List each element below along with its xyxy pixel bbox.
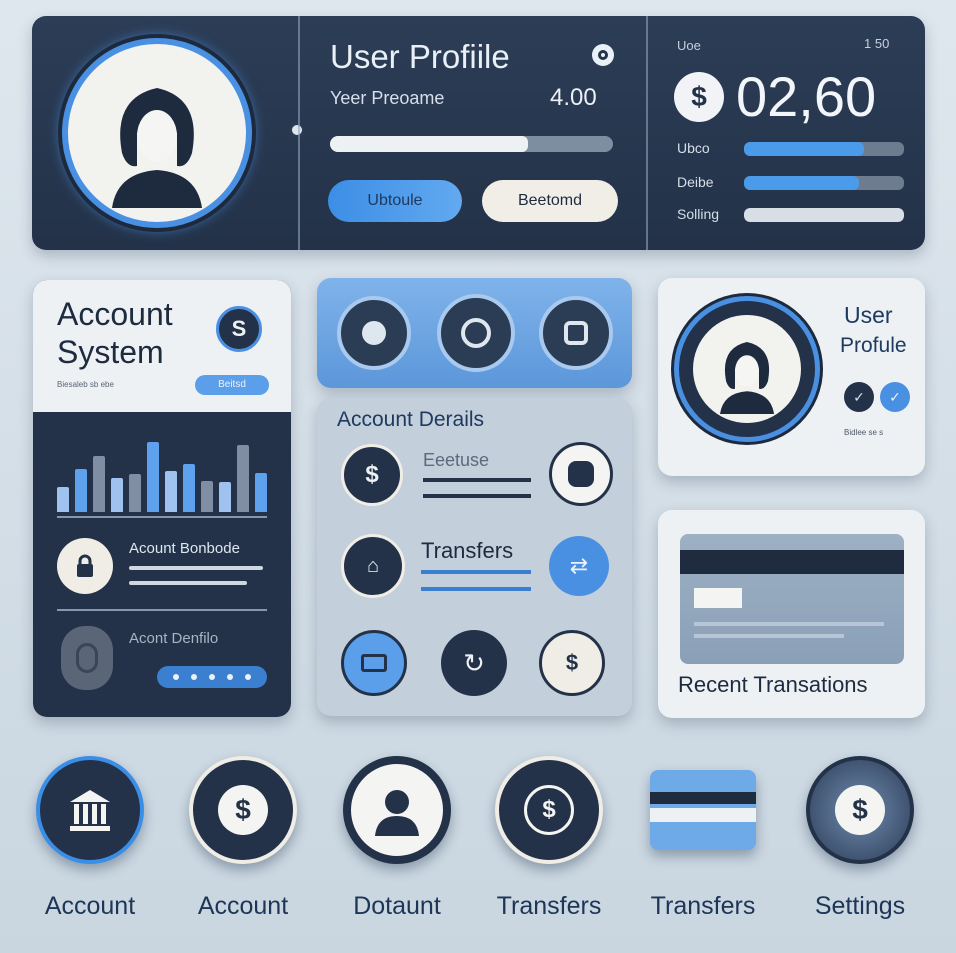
dollar-icon: $ xyxy=(674,72,724,122)
card-icon[interactable] xyxy=(650,770,756,850)
account-system-title-1: Account xyxy=(57,296,173,332)
account-details-title: Account Derails xyxy=(337,408,485,431)
check-icon[interactable]: ✓ xyxy=(880,382,910,412)
dollar-icon[interactable]: $ xyxy=(806,756,914,864)
user-icon[interactable] xyxy=(343,756,451,864)
chart-bar xyxy=(93,456,105,512)
details-transfers-label: Transfers xyxy=(421,538,514,563)
target-dollar-icon[interactable]: $ xyxy=(495,756,603,864)
chart-bar xyxy=(255,472,267,512)
chart-bar xyxy=(147,442,159,512)
badge-button[interactable]: Beitsd xyxy=(195,375,269,395)
details-row-label: Eeetuse xyxy=(423,450,490,470)
bottom-nav-label: Account xyxy=(44,892,136,920)
bottom-nav-label: Dotaunt xyxy=(353,892,441,920)
balance-row-progress xyxy=(744,208,904,222)
balance-top-right: 1 50 xyxy=(864,36,890,51)
profile-header-card: User Profiile Yeer Preoame 4.00 Ubtoule … xyxy=(32,16,925,250)
balance-row-label: Ubco xyxy=(677,140,710,156)
credit-card-graphic xyxy=(680,534,904,664)
recent-transactions-card: Recent Transations xyxy=(658,510,925,718)
user-profile-caption: Bidlee se s xyxy=(844,428,884,437)
fingerprint-icon[interactable] xyxy=(61,626,113,690)
account-details-card: Account Derails $ Eeetuse ⌂ Transfers ⇄ … xyxy=(317,398,632,716)
lock-icon[interactable] xyxy=(549,442,613,506)
user-profile-title-1: User xyxy=(844,302,893,328)
recent-transactions-title: Recent Transations xyxy=(678,672,868,697)
chart-bar xyxy=(165,471,177,512)
account-balance-label: Acount Bonbode xyxy=(129,540,240,557)
profile-progress xyxy=(330,136,613,152)
balance-row-progress xyxy=(744,142,904,156)
lock-icon[interactable] xyxy=(57,538,113,594)
user-profile-card: User Profule ✓ ✓ Bidlee se s xyxy=(658,278,925,476)
chart-bar xyxy=(75,469,87,512)
profile-avatar[interactable] xyxy=(62,38,252,228)
restore-button[interactable]: Beetomd xyxy=(482,180,618,222)
bank-icon[interactable] xyxy=(36,756,144,864)
account-details-label: Acont Denfilo xyxy=(129,630,219,647)
balance-row-progress xyxy=(744,176,904,190)
gauge-icon[interactable] xyxy=(539,296,613,370)
dollar-icon[interactable]: S xyxy=(216,306,262,352)
divider xyxy=(57,516,267,518)
bottom-nav-label: Account xyxy=(197,892,289,920)
account-system-caption: Biesaleb sb ebe xyxy=(57,380,114,389)
bottom-nav-label: Settings xyxy=(814,892,906,920)
gauge-icon[interactable] xyxy=(337,296,411,370)
chart-bar xyxy=(57,487,69,512)
profile-avatar[interactable] xyxy=(674,296,820,442)
dollar-icon[interactable]: $ xyxy=(189,756,297,864)
transfer-icon[interactable]: ⇄ xyxy=(549,536,609,596)
profile-title: User Profiile xyxy=(330,38,510,75)
chart-bar xyxy=(237,444,249,512)
bottom-nav-label: Transfers xyxy=(496,892,602,920)
user-profile-title-2: Profule xyxy=(840,334,907,357)
gauge-strip xyxy=(317,278,632,388)
chart-bar xyxy=(219,482,231,512)
bank-icon[interactable]: ⌂ xyxy=(341,534,405,598)
balance-amount: 02,60 xyxy=(736,65,877,128)
woman-avatar-icon xyxy=(112,88,202,208)
divider xyxy=(298,16,300,250)
woman-avatar-icon xyxy=(720,342,774,414)
refresh-icon[interactable]: ↻ xyxy=(441,630,507,696)
divider xyxy=(57,609,267,611)
pin-dots[interactable] xyxy=(157,666,267,688)
dollar-icon[interactable]: $ xyxy=(341,444,403,506)
account-chart xyxy=(57,430,267,512)
balance-row-label: Solling xyxy=(677,206,720,222)
bottom-nav-label: Transfers xyxy=(650,892,756,920)
account-system-card: Account System S Biesaleb sb ebe Beitsd … xyxy=(33,280,291,717)
exchange-icon[interactable]: $ xyxy=(539,630,605,696)
chart-bar xyxy=(111,477,123,512)
card-icon[interactable] xyxy=(341,630,407,696)
gauge-icon[interactable] xyxy=(437,294,515,372)
info-icon[interactable] xyxy=(592,44,614,66)
profile-value: 4.00 xyxy=(550,84,597,111)
chart-bar xyxy=(201,480,213,512)
chart-bar xyxy=(129,474,141,512)
chart-bar xyxy=(183,464,195,512)
account-system-title-2: System xyxy=(57,334,164,370)
balance-row-label: Deibe xyxy=(677,174,714,190)
divider xyxy=(646,16,648,250)
check-icon[interactable]: ✓ xyxy=(844,382,874,412)
avatar-edit-dot[interactable] xyxy=(289,122,305,138)
update-button[interactable]: Ubtoule xyxy=(328,180,462,222)
balance-label: Uoe xyxy=(677,38,701,53)
profile-subtitle: Yeer Preoame xyxy=(330,88,445,108)
